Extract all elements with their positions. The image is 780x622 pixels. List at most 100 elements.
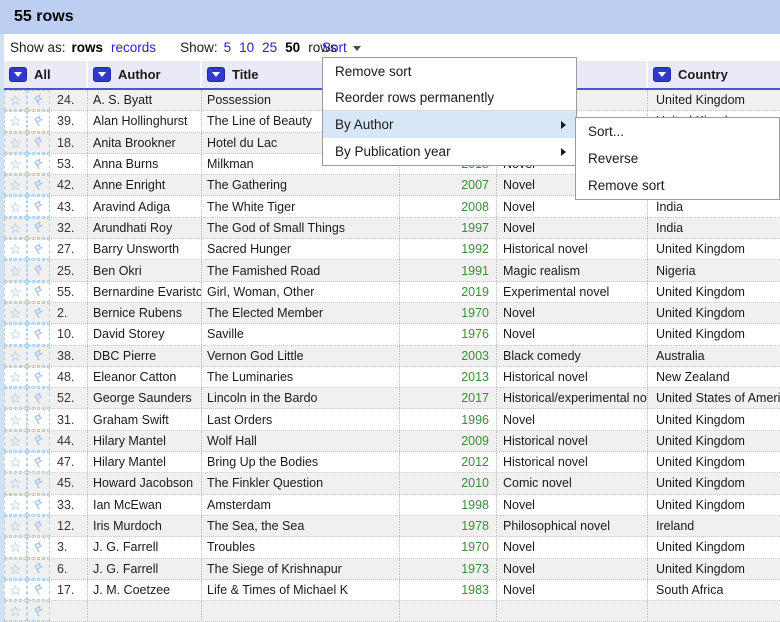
row-number: 31.: [50, 409, 88, 430]
star-cell[interactable]: ☆: [4, 324, 27, 345]
flag-icon: [34, 370, 43, 382]
flag-cell[interactable]: [27, 175, 50, 196]
flag-cell[interactable]: [27, 260, 50, 281]
star-cell[interactable]: ☆: [4, 281, 27, 302]
star-cell[interactable]: ☆: [4, 302, 27, 324]
flag-cell[interactable]: [27, 558, 50, 579]
star-cell[interactable]: ☆: [4, 388, 27, 409]
column-menu-button-all[interactable]: [9, 67, 27, 82]
cell-author: George Saunders: [88, 388, 202, 409]
flag-cell[interactable]: [27, 515, 50, 537]
flag-cell[interactable]: [27, 537, 50, 558]
star-cell[interactable]: ☆: [4, 111, 27, 132]
flag-cell[interactable]: [27, 345, 50, 366]
flag-cell[interactable]: [27, 90, 50, 111]
row-number: 12.: [50, 515, 88, 537]
flag-cell[interactable]: [27, 281, 50, 302]
column-menu-button-title[interactable]: [207, 67, 225, 82]
submenu-item-sort[interactable]: Sort...: [576, 118, 779, 145]
flag-cell[interactable]: [27, 579, 50, 601]
star-cell[interactable]: ☆: [4, 558, 27, 579]
star-cell[interactable]: ☆: [4, 217, 27, 239]
star-cell[interactable]: ☆: [4, 90, 27, 111]
star-icon: ☆: [9, 603, 22, 620]
page-size-25-link[interactable]: 25: [262, 40, 277, 55]
flag-cell[interactable]: [27, 302, 50, 324]
star-cell[interactable]: ☆: [4, 515, 27, 537]
flag-cell[interactable]: [27, 324, 50, 345]
cell-country: United States of America: [656, 391, 780, 406]
flag-icon: [34, 136, 43, 148]
star-cell[interactable]: ☆: [4, 196, 27, 217]
show-label: Show:: [180, 40, 218, 55]
star-cell[interactable]: ☆: [4, 132, 27, 153]
cell-country: United Kingdom: [656, 412, 745, 427]
row-number: 44.: [50, 430, 88, 452]
flag-cell[interactable]: [27, 494, 50, 515]
column-menu-button-country[interactable]: [653, 67, 671, 82]
flag-cell[interactable]: [27, 196, 50, 217]
flag-cell[interactable]: [27, 217, 50, 239]
menu-item-remove-sort[interactable]: Remove sort: [323, 58, 576, 84]
flag-cell[interactable]: [27, 366, 50, 388]
column-menu-button-author[interactable]: [93, 67, 111, 82]
star-cell[interactable]: ☆: [4, 260, 27, 281]
page-size-10-link[interactable]: 10: [239, 40, 254, 55]
star-icon: ☆: [9, 326, 22, 343]
flag-cell[interactable]: [27, 430, 50, 452]
menu-item-by-publication-year[interactable]: By Publication year: [323, 138, 576, 165]
column-label-title: Title: [232, 67, 259, 82]
cell-title: Life & Times of Michael K: [202, 579, 400, 601]
cell-publication-year: 1996: [400, 409, 497, 430]
menu-item-by-author[interactable]: By Author: [323, 111, 576, 138]
row-count-title: 55 rows: [14, 8, 74, 25]
flag-cell[interactable]: [27, 601, 50, 622]
star-cell[interactable]: ☆: [4, 345, 27, 366]
flag-icon: [34, 519, 43, 532]
row-number: 10.: [50, 324, 88, 345]
cell-genre: Novel: [497, 494, 648, 515]
cell-genre: Historical novel: [497, 239, 648, 260]
star-cell[interactable]: ☆: [4, 494, 27, 515]
star-cell[interactable]: ☆: [4, 153, 27, 175]
flag-cell[interactable]: [27, 388, 50, 409]
cell-author: Arundhati Roy: [88, 217, 202, 239]
flag-cell[interactable]: [27, 409, 50, 430]
cell-title: Last Orders: [202, 409, 400, 430]
flag-cell[interactable]: [27, 153, 50, 175]
row-number: 17.: [50, 579, 88, 601]
flag-cell[interactable]: [27, 239, 50, 260]
cell-publication-year: 1970: [400, 302, 497, 324]
star-cell[interactable]: ☆: [4, 366, 27, 388]
flag-cell[interactable]: [27, 452, 50, 473]
flag-cell[interactable]: [27, 132, 50, 153]
flag-cell[interactable]: [27, 473, 50, 494]
column-label-country: Country: [678, 67, 728, 82]
cell-title: The White Tiger: [202, 196, 400, 217]
star-icon: ☆: [9, 156, 22, 173]
cell-author: DBC Pierre: [88, 345, 202, 366]
view-option-records-link[interactable]: records: [111, 40, 156, 55]
star-icon: ☆: [9, 560, 22, 577]
flag-cell[interactable]: [27, 111, 50, 132]
star-cell[interactable]: ☆: [4, 175, 27, 196]
star-cell[interactable]: ☆: [4, 473, 27, 494]
submenu-item-remove-sort[interactable]: Remove sort: [576, 172, 779, 199]
star-cell[interactable]: ☆: [4, 409, 27, 430]
star-cell[interactable]: ☆: [4, 452, 27, 473]
star-icon: ☆: [9, 177, 22, 194]
star-cell[interactable]: ☆: [4, 537, 27, 558]
cell-country: Ireland: [656, 519, 695, 534]
dropdown-arrow-icon: [14, 72, 22, 77]
star-cell[interactable]: ☆: [4, 239, 27, 260]
star-cell[interactable]: ☆: [4, 579, 27, 601]
submenu-arrow-icon: [561, 120, 566, 129]
column-header-author: Author: [88, 61, 202, 88]
row-number: 32.: [50, 217, 88, 239]
cell-title: The Luminaries: [202, 366, 400, 388]
star-cell[interactable]: ☆: [4, 430, 27, 452]
submenu-item-reverse[interactable]: Reverse: [576, 145, 779, 172]
star-cell[interactable]: ☆: [4, 601, 27, 622]
page-size-5-link[interactable]: 5: [224, 40, 232, 55]
menu-item-reorder-rows-permanently[interactable]: Reorder rows permanently: [323, 84, 576, 110]
